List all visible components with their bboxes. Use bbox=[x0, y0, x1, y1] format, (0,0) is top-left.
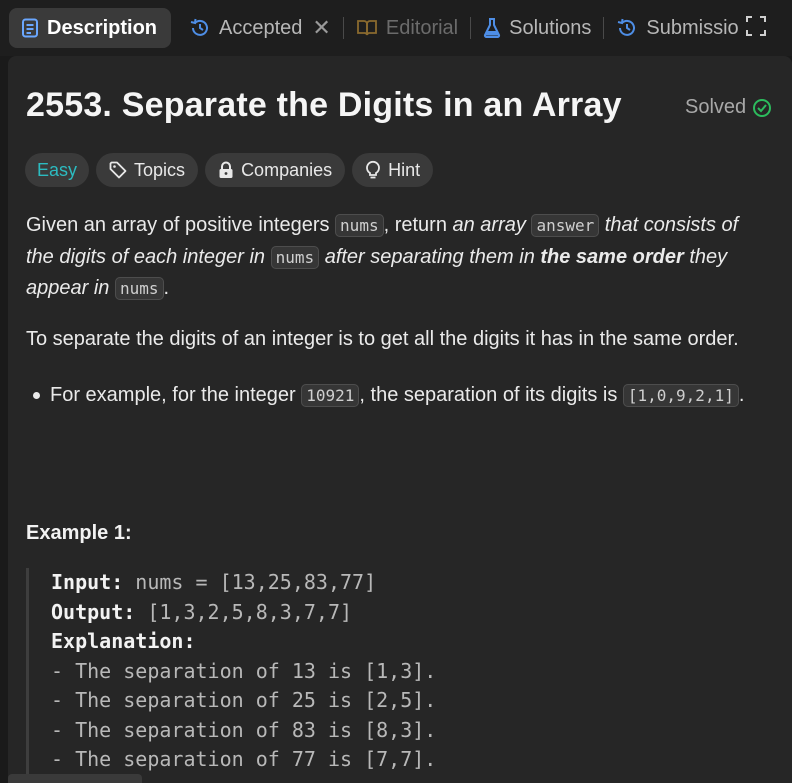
tab-bar: Description Accepted ✕ Editorial Solutio… bbox=[0, 0, 792, 56]
leetcode-problem-view: Description Accepted ✕ Editorial Solutio… bbox=[0, 0, 792, 783]
lock-icon bbox=[218, 161, 234, 179]
input-value: nums = [13,25,83,77] bbox=[123, 570, 377, 594]
description-icon bbox=[21, 18, 39, 38]
description-panel: 2553. Separate the Digits in an Array So… bbox=[8, 56, 792, 783]
code-nums: nums bbox=[114, 277, 164, 300]
hint-label: Hint bbox=[388, 159, 421, 180]
tab-submissions[interactable]: Submissio bbox=[604, 8, 739, 48]
tab-accepted[interactable]: Accepted ✕ bbox=[177, 8, 343, 48]
statement-text: . bbox=[163, 277, 170, 299]
bullet-dot bbox=[33, 392, 40, 399]
example-bullet: For example, for the integer 10921, the … bbox=[26, 380, 756, 411]
tab-solutions-label: Solutions bbox=[509, 16, 592, 39]
code-nums: nums bbox=[270, 245, 320, 269]
output-label: Output: bbox=[51, 599, 136, 624]
check-circle-icon bbox=[753, 98, 772, 117]
statement-text: an array bbox=[452, 214, 532, 236]
problem-title[interactable]: 2553. Separate the Digits in an Array bbox=[26, 86, 622, 125]
solved-status: Solved bbox=[685, 96, 772, 119]
difficulty-badge: Easy bbox=[25, 153, 90, 187]
statement-text: , return bbox=[383, 214, 453, 236]
explanation-label: Explanation: bbox=[51, 629, 196, 653]
statement-paragraph: Given an array of positive integers nums… bbox=[26, 210, 766, 305]
explanation-line: - The separation of 77 is [7,7]. bbox=[51, 747, 437, 771]
statement-emphasis: the same order bbox=[540, 245, 684, 268]
hint-button[interactable]: Hint bbox=[352, 153, 434, 187]
tag-icon bbox=[109, 161, 127, 179]
explanation-line: - The separation of 13 is [1,3]. bbox=[51, 658, 437, 683]
companies-button[interactable]: Companies bbox=[205, 153, 346, 187]
book-icon bbox=[356, 19, 378, 37]
bottom-panel-tab[interactable] bbox=[8, 774, 142, 783]
output-value: [1,3,2,5,8,3,7,7] bbox=[135, 599, 353, 624]
explanation-line: - The separation of 83 is [8,3]. bbox=[51, 717, 437, 742]
code-answer: answer bbox=[531, 214, 600, 237]
flask-icon bbox=[483, 18, 501, 38]
history-icon bbox=[616, 17, 638, 39]
example-1-block: Input: nums = [13,25,83,77] Output: [1,3,… bbox=[26, 568, 791, 775]
topics-label: Topics bbox=[134, 159, 186, 180]
statement-text: Given an array of positive integers bbox=[26, 214, 336, 236]
example-explanation-line: Explanation: bbox=[51, 627, 791, 657]
tab-description[interactable]: Description bbox=[9, 8, 172, 48]
tab-accepted-label: Accepted bbox=[219, 16, 303, 39]
bullet-text-part: For example, for the integer bbox=[50, 384, 302, 406]
solved-label: Solved bbox=[685, 96, 747, 118]
example-output-line: Output: [1,3,2,5,8,3,7,7] bbox=[51, 598, 791, 628]
separation-definition: To separate the digits of an integer is … bbox=[26, 328, 739, 350]
tab-solutions[interactable]: Solutions bbox=[471, 8, 603, 48]
explanation-line: - The separation of 25 is [2,5]. bbox=[51, 688, 437, 712]
problem-statement: Given an array of positive integers nums… bbox=[26, 210, 766, 305]
difficulty-label: Easy bbox=[37, 159, 78, 180]
bullet-text-part: , the separation of its digits is bbox=[359, 384, 623, 406]
code-nums: nums bbox=[335, 214, 384, 237]
code-10921: 10921 bbox=[301, 384, 360, 407]
topics-button[interactable]: Topics bbox=[96, 153, 199, 187]
tab-description-label: Description bbox=[47, 16, 158, 39]
input-label: Input: bbox=[51, 570, 124, 594]
bullet-text-part: . bbox=[738, 384, 745, 406]
bullet-text: For example, for the integer 10921, the … bbox=[50, 380, 756, 411]
example-input-line: Input: nums = [13,25,83,77] bbox=[51, 568, 791, 598]
tab-submissions-label: Submissio bbox=[646, 16, 739, 39]
close-icon[interactable]: ✕ bbox=[312, 15, 330, 41]
history-icon bbox=[189, 17, 211, 39]
code-separation: [1,0,9,2,1] bbox=[622, 384, 739, 407]
expand-icon[interactable] bbox=[746, 16, 766, 41]
statement-text: after separating them in bbox=[319, 245, 541, 268]
tab-editorial[interactable]: Editorial bbox=[344, 8, 470, 48]
lightbulb-icon bbox=[365, 160, 381, 180]
example-1-title: Example 1: bbox=[26, 522, 132, 544]
companies-label: Companies bbox=[241, 159, 333, 180]
tab-editorial-label: Editorial bbox=[385, 16, 459, 39]
problem-tags: Easy Topics Companies Hint bbox=[25, 153, 434, 187]
